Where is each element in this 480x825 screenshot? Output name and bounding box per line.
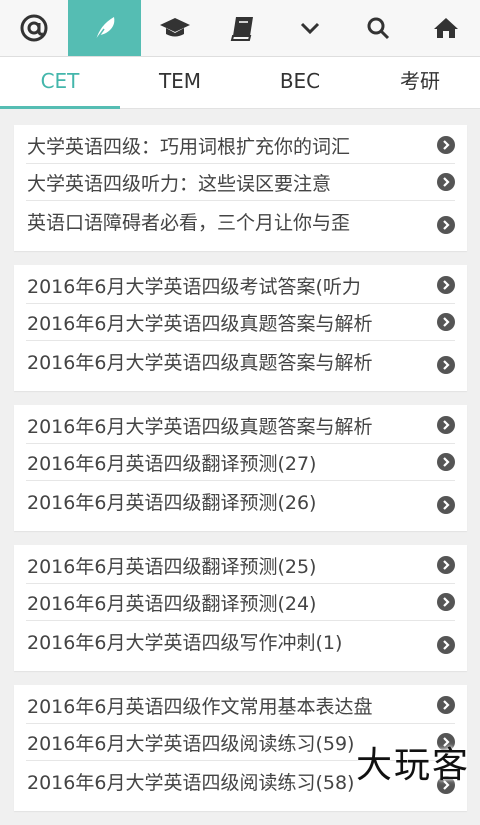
chevron-right-icon bbox=[437, 416, 455, 434]
article-title: 2016年6月大学英语四级考试答案(听力 bbox=[27, 275, 361, 298]
book-button[interactable] bbox=[209, 0, 277, 56]
list-item[interactable]: 2016年6月英语四级翻译预测(26) bbox=[26, 481, 455, 521]
chevron-right-icon bbox=[437, 496, 455, 514]
article-card: 大学英语四级：巧用词根扩充你的词汇 大学英语四级听力：这些误区要注意 英语口语障… bbox=[14, 125, 467, 251]
chevron-right-icon bbox=[437, 593, 455, 611]
at-button[interactable] bbox=[0, 0, 68, 56]
list-item[interactable]: 2016年6月英语四级翻译预测(25) bbox=[26, 547, 455, 584]
feather-button[interactable] bbox=[68, 0, 141, 56]
list-item[interactable]: 大学英语四级听力：这些误区要注意 bbox=[26, 164, 455, 201]
article-title: 2016年6月英语四级翻译预测(26) bbox=[27, 491, 317, 514]
list-item[interactable]: 2016年6月大学英语四级写作冲刺(1) bbox=[26, 621, 455, 661]
article-card: 2016年6月大学英语四级真题答案与解析 2016年6月英语四级翻译预测(27)… bbox=[14, 405, 467, 531]
at-icon bbox=[19, 13, 49, 43]
home-button[interactable] bbox=[412, 0, 480, 56]
list-item[interactable]: 2016年6月英语四级作文常用基本表达盘 bbox=[26, 687, 455, 724]
article-title: 2016年6月英语四级翻译预测(25) bbox=[27, 555, 317, 578]
chevron-right-icon bbox=[437, 276, 455, 294]
list-item[interactable]: 2016年6月大学英语四级考试答案(听力 bbox=[26, 267, 455, 304]
list-item[interactable]: 2016年6月英语四级翻译预测(24) bbox=[26, 584, 455, 621]
article-title: 2016年6月大学英语四级真题答案与解析 bbox=[27, 351, 373, 374]
chevron-right-icon bbox=[437, 356, 455, 374]
list-item[interactable]: 英语口语障碍者必看，三个月让你与歪 bbox=[26, 201, 455, 241]
list-item[interactable]: 大学英语四级：巧用词根扩充你的词汇 bbox=[26, 127, 455, 164]
graduation-cap-icon bbox=[159, 15, 191, 41]
chevron-right-icon bbox=[437, 636, 455, 654]
tab-bec[interactable]: BEC bbox=[240, 57, 360, 108]
feather-icon bbox=[90, 13, 120, 43]
home-icon bbox=[433, 16, 459, 40]
article-card: 2016年6月大学英语四级考试答案(听力 2016年6月大学英语四级真题答案与解… bbox=[14, 265, 467, 391]
chevron-right-icon bbox=[437, 136, 455, 154]
chevron-right-icon bbox=[437, 313, 455, 331]
top-toolbar bbox=[0, 0, 480, 57]
list-item[interactable]: 2016年6月大学英语四级真题答案与解析 bbox=[26, 304, 455, 341]
article-title: 2016年6月英语四级翻译预测(24) bbox=[27, 592, 317, 615]
article-title: 2016年6月英语四级作文常用基本表达盘 bbox=[27, 695, 373, 718]
chevron-right-icon bbox=[437, 216, 455, 234]
article-card: 2016年6月英语四级翻译预测(25) 2016年6月英语四级翻译预测(24) … bbox=[14, 545, 467, 671]
article-title: 2016年6月大学英语四级写作冲刺(1) bbox=[27, 631, 343, 654]
list-item[interactable]: 2016年6月大学英语四级真题答案与解析 bbox=[26, 407, 455, 444]
book-icon bbox=[229, 14, 257, 42]
graduation-button[interactable] bbox=[141, 0, 209, 56]
chevron-right-icon bbox=[437, 556, 455, 574]
list-item[interactable]: 2016年6月大学英语四级真题答案与解析 bbox=[26, 341, 455, 381]
category-tabs: CET TEM BEC 考研 bbox=[0, 57, 480, 109]
watermark-logo: 大玩客 bbox=[355, 745, 470, 786]
chevron-down-icon bbox=[299, 21, 321, 35]
article-title: 英语口语障碍者必看，三个月让你与歪 bbox=[27, 211, 351, 234]
article-title: 2016年6月大学英语四级真题答案与解析 bbox=[27, 415, 373, 438]
list-item[interactable]: 2016年6月英语四级翻译预测(27) bbox=[26, 444, 455, 481]
article-title: 2016年6月英语四级翻译预测(27) bbox=[27, 452, 317, 475]
tab-cet[interactable]: CET bbox=[0, 57, 120, 109]
article-list: 大学英语四级：巧用词根扩充你的词汇 大学英语四级听力：这些误区要注意 英语口语障… bbox=[14, 125, 467, 825]
search-icon bbox=[366, 16, 390, 40]
tab-tem[interactable]: TEM bbox=[120, 57, 240, 108]
search-button[interactable] bbox=[344, 0, 412, 56]
more-button[interactable] bbox=[277, 0, 345, 56]
article-title: 大学英语四级听力：这些误区要注意 bbox=[27, 172, 332, 195]
tab-kaoyan[interactable]: 考研 bbox=[360, 57, 480, 108]
chevron-right-icon bbox=[437, 173, 455, 191]
article-title: 2016年6月大学英语四级真题答案与解析 bbox=[27, 312, 373, 335]
article-title: 大学英语四级：巧用词根扩充你的词汇 bbox=[27, 135, 351, 158]
chevron-right-icon bbox=[437, 453, 455, 471]
chevron-right-icon bbox=[437, 696, 455, 714]
